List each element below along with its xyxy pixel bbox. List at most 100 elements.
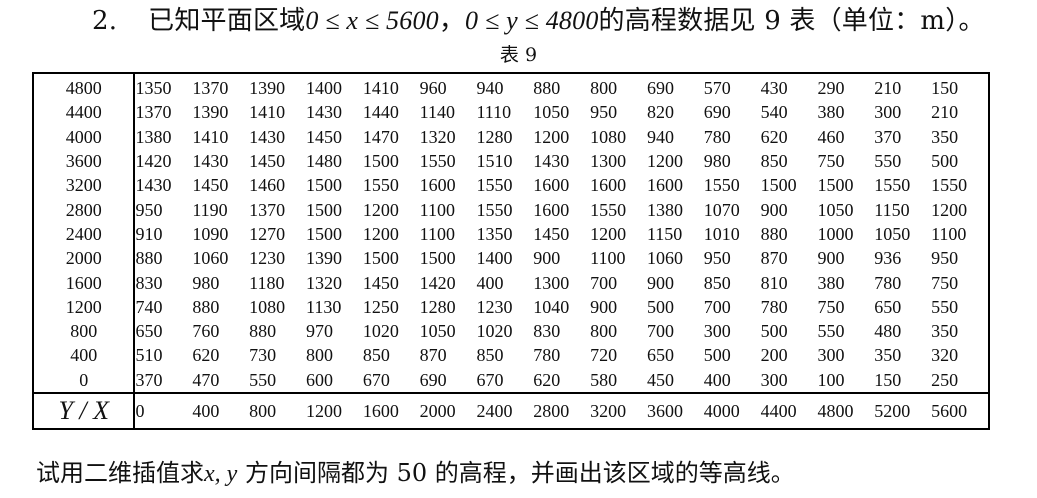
elevation-cell: 1500 — [760, 175, 797, 196]
elevation-cell: 450 — [646, 369, 674, 390]
elevation-cell: 550 — [931, 296, 959, 317]
elevation-cell: 1190 — [192, 199, 228, 220]
elevation-cell: 1410 — [249, 102, 286, 123]
range-x: 0 ≤ x ≤ 5600 — [305, 6, 439, 35]
elevation-cell: 1500 — [419, 248, 456, 269]
elevation-cell: 900 — [590, 296, 618, 317]
elevation-cell: 690 — [419, 369, 447, 390]
elevation-cell: 910 — [135, 223, 163, 244]
elevation-cell: 1450 — [533, 223, 570, 244]
table-body: 4800 1350 1370 1390 1400 1410 960 940 880 800 690 5… — [33, 73, 989, 429]
elevation-cell: 1140 — [419, 102, 455, 123]
elevation-cell: 1440 — [362, 102, 399, 123]
elevation-cell: 760 — [192, 321, 220, 342]
task-text-after: 方向间隔都为 50 的高程，并画出该区域的等高线。 — [244, 459, 795, 487]
elevation-cell: 1320 — [419, 126, 456, 147]
elevation-cell: 150 — [931, 78, 959, 99]
x-axis-row: Y / X 0 400 800 1200 1600 2000 2400 2800 3200 3600… — [33, 391, 989, 429]
y-value-cell: 2400 — [33, 221, 136, 247]
elevation-cell: 370 — [874, 126, 902, 147]
problem-number: 2. — [92, 6, 118, 36]
elevation-cell: 250 — [931, 369, 959, 390]
x-value-cell: 400 — [192, 391, 250, 429]
elevation-cell: 1180 — [249, 272, 285, 293]
table-row: 800 650 760 880 970 1020 1050 1020 830 800 700 300 5… — [33, 318, 989, 344]
elevation-cell: 810 — [760, 272, 788, 293]
x-value-cell: 2000 — [419, 391, 477, 429]
elevation-cell: 1060 — [192, 248, 229, 269]
x-value-cell: 5600 — [931, 391, 989, 429]
elevation-cell: 1280 — [476, 126, 513, 147]
elevation-cell: 900 — [760, 199, 788, 220]
table-row: 4000 1380 1410 1430 1450 1470 1320 1280 1200 1080… — [33, 124, 989, 149]
elevation-cell: 1600 — [419, 175, 456, 196]
elevation-cell: 470 — [192, 369, 220, 390]
elevation-cell: 950 — [931, 248, 959, 269]
elevation-cell: 1070 — [703, 199, 740, 220]
elevation-cell: 670 — [476, 369, 504, 390]
elevation-cell: 750 — [817, 296, 845, 317]
problem-statement: 2. 已知平面区域0 ≤ x ≤ 5600，0 ≤ y ≤ 4800的高程数据见… — [92, 4, 985, 38]
x-value-cell: 1600 — [362, 391, 420, 429]
elevation-cell: 350 — [931, 321, 959, 342]
elevation-cell: 300 — [817, 345, 845, 366]
x-value-cell: 2800 — [533, 391, 591, 429]
y-value-cell: 400 — [33, 343, 136, 368]
x-value-cell: 4400 — [760, 391, 818, 429]
table-row: 3600 1420 1430 1450 1480 1500 1550 1510 1430 1300… — [33, 148, 989, 174]
elevation-cell: 700 — [703, 296, 731, 317]
elevation-cell: 370 — [135, 369, 163, 390]
elevation-cell: 1500 — [305, 175, 342, 196]
elevation-cell: 1370 — [135, 102, 172, 123]
elevation-cell: 850 — [760, 151, 788, 172]
elevation-cell: 1050 — [817, 199, 854, 220]
elevation-cell: 1090 — [192, 223, 229, 244]
elevation-cell: 1510 — [476, 151, 513, 172]
elevation-cell: 720 — [590, 345, 618, 366]
table-row: 400 510 620 730 800 850 870 850 780 720 650 500 200 3… — [33, 343, 989, 368]
table-row: 0 370 470 550 600 670 690 670 620 580 450 400 300 100… — [33, 367, 989, 393]
range-y: 0 ≤ y ≤ 4800 — [465, 6, 599, 35]
elevation-cell: 650 — [646, 345, 674, 366]
elevation-cell: 1020 — [476, 321, 513, 342]
x-value-cell: 800 — [249, 391, 306, 429]
y-value-cell: 2000 — [33, 246, 136, 271]
elevation-cell: 1550 — [476, 175, 513, 196]
elevation-cell: 1600 — [590, 175, 627, 196]
elevation-cell: 880 — [533, 78, 561, 99]
x-value-cell: 4000 — [703, 391, 761, 429]
x-value-cell: 3600 — [646, 391, 704, 429]
elevation-cell: 1200 — [362, 199, 399, 220]
elevation-cell: 1380 — [646, 199, 683, 220]
elevation-cell: 1110 — [476, 102, 512, 123]
elevation-cell: 1550 — [703, 175, 740, 196]
elevation-cell: 1430 — [135, 175, 172, 196]
x-value-cell: 0 — [134, 391, 193, 429]
elevation-cell: 830 — [135, 272, 163, 293]
elevation-table: 4800 1350 1370 1390 1400 1410 960 940 880 800 690 5… — [32, 72, 990, 430]
elevation-cell: 780 — [703, 126, 731, 147]
elevation-cell: 1150 — [874, 199, 910, 220]
problem-text-before: 已知平面区域 — [148, 6, 306, 36]
elevation-cell: 550 — [874, 151, 902, 172]
elevation-cell: 300 — [703, 321, 731, 342]
elevation-cell: 1370 — [249, 199, 286, 220]
elevation-cell: 950 — [135, 199, 163, 220]
elevation-cell: 1050 — [874, 223, 911, 244]
elevation-cell: 210 — [874, 78, 902, 99]
elevation-cell: 1060 — [646, 248, 683, 269]
elevation-cell: 740 — [135, 296, 163, 317]
table-row: 1200 740 880 1080 1130 1250 1280 1230 1040 900 500… — [33, 294, 989, 319]
elevation-cell: 800 — [590, 321, 618, 342]
elevation-cell: 1320 — [305, 272, 342, 293]
elevation-cell: 880 — [249, 321, 277, 342]
x-value-cell: 2400 — [476, 391, 534, 429]
elevation-cell: 1390 — [192, 102, 229, 123]
elevation-cell: 1000 — [817, 223, 854, 244]
elevation-cell: 1380 — [135, 126, 172, 147]
elevation-cell: 880 — [135, 248, 163, 269]
x-value-cell: 4800 — [817, 391, 875, 429]
elevation-cell: 1550 — [362, 175, 399, 196]
elevation-cell: 1420 — [419, 272, 456, 293]
elevation-cell: 1450 — [362, 272, 399, 293]
